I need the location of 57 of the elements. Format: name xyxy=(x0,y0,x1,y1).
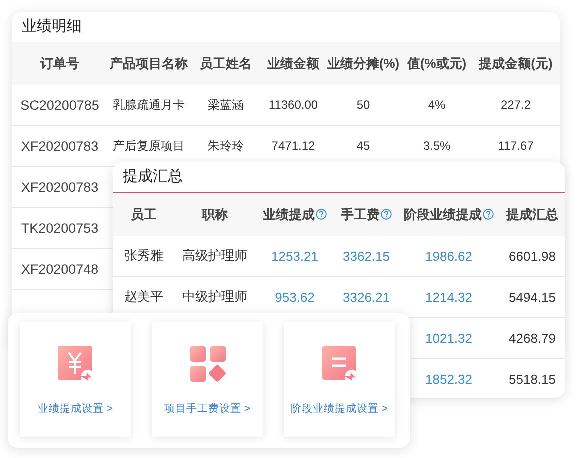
column-header: 业绩提成 xyxy=(263,206,315,224)
amount-link[interactable]: 1986.62 xyxy=(426,248,472,264)
settings-link[interactable]: 业绩提成设置 > xyxy=(38,402,114,416)
table-cell: 11360.00 xyxy=(268,98,318,112)
table-cell: 227.2 xyxy=(500,98,532,112)
column-header: 业绩分摊(%) xyxy=(327,54,400,72)
help-icon[interactable] xyxy=(316,209,327,220)
column-header: 产品项目名称 xyxy=(110,54,188,72)
amount-link[interactable]: 1021.32 xyxy=(426,330,472,346)
table-cell: SC20200785 xyxy=(20,98,100,112)
table-cell: 5518.15 xyxy=(509,372,556,386)
table-cell: 117.67 xyxy=(498,139,534,153)
table-cell: 产后复原项目 xyxy=(113,138,185,154)
settings-tile[interactable]: 项目手工费设置 > xyxy=(152,322,263,437)
table-cell: 3.5% xyxy=(423,139,451,153)
table-cell: 乳腺疏通月卡 xyxy=(113,96,185,114)
tiles-icon xyxy=(188,344,228,384)
table-cell: 4% xyxy=(428,98,446,112)
column-header: 手工费 xyxy=(341,206,380,224)
table-cell: 梁蓝涵 xyxy=(208,96,244,114)
column-header: 提成汇总 xyxy=(506,206,558,224)
column-header: 员工姓名 xyxy=(200,54,252,72)
settings-tile[interactable]: 阶段业绩提成设置 > xyxy=(284,322,395,437)
column-header: 阶段业绩提成 xyxy=(404,206,482,224)
amount-link[interactable]: 953.62 xyxy=(275,290,315,304)
amount-link[interactable]: 3362.15 xyxy=(343,248,390,264)
table-cell: 高级护理师 xyxy=(182,247,248,265)
table-cell: 50 xyxy=(356,98,370,112)
column-header: 订单号 xyxy=(40,54,80,72)
table-cell: 朱玲玲 xyxy=(208,138,244,154)
settings-tile[interactable]: 业绩提成设置 > xyxy=(20,322,131,437)
table-cell: 中级护理师 xyxy=(182,288,248,306)
table-cell: 6601.98 xyxy=(509,248,556,264)
table-cell: 赵美平 xyxy=(124,288,164,306)
table-cell: 45 xyxy=(356,139,370,153)
settings-link[interactable]: 阶段业绩提成设置 > xyxy=(290,402,388,416)
amount-link[interactable]: 1852.32 xyxy=(426,372,472,386)
table-cell: XF20200783 xyxy=(21,180,99,194)
table-cell: 5494.15 xyxy=(509,290,556,304)
table-cell: TK20200753 xyxy=(21,220,99,236)
table-cell: 张秀雅 xyxy=(124,247,164,265)
amount-link[interactable]: 1253.21 xyxy=(272,248,318,264)
amount-link[interactable]: 1214.32 xyxy=(426,290,472,304)
column-header: 员工 xyxy=(131,206,157,224)
table-cell: 7471.12 xyxy=(272,139,316,153)
amount-link[interactable]: 3326.21 xyxy=(343,290,390,304)
settings-link[interactable]: 项目手工费设置 > xyxy=(164,402,251,416)
column-header: 值(%或元) xyxy=(407,54,467,72)
column-header: 业绩金额 xyxy=(268,54,320,72)
help-icon[interactable] xyxy=(381,209,392,220)
column-header: 提成金额(元) xyxy=(479,54,553,72)
table-cell: XF20200748 xyxy=(21,262,99,276)
column-header: 职称 xyxy=(202,206,228,224)
help-icon[interactable] xyxy=(483,209,494,220)
table-cell: 4268.79 xyxy=(509,330,556,346)
section-title: 业绩明细 xyxy=(21,17,83,37)
table-cell: XF20200783 xyxy=(21,138,99,154)
